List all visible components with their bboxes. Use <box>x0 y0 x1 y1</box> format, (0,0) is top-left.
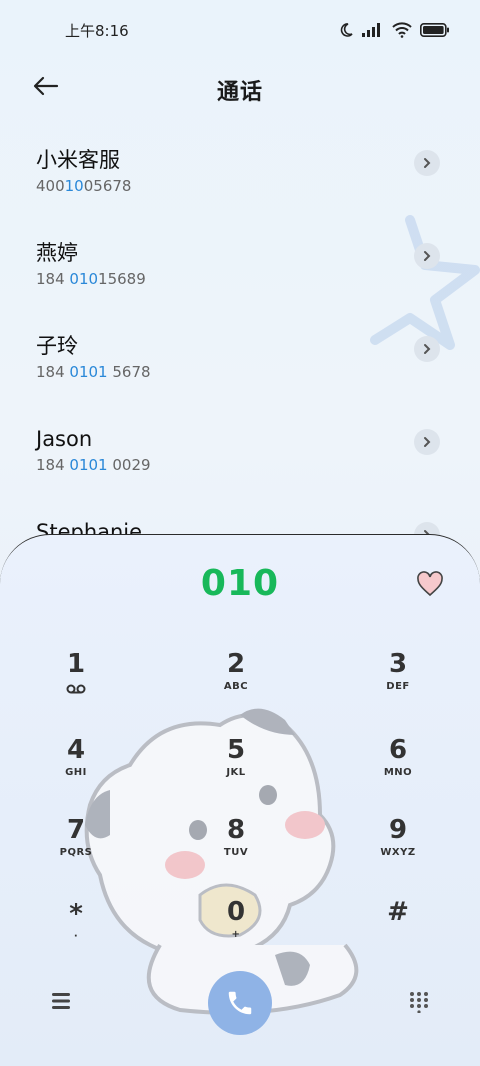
dial-key-4[interactable]: 4 GHI <box>26 735 126 805</box>
dial-key-1[interactable]: 1 <box>26 649 126 719</box>
dial-key-0[interactable]: 0 + <box>186 897 286 967</box>
contact-detail-button[interactable] <box>414 429 440 455</box>
contact-number: 184 0101 5678 <box>36 363 151 381</box>
dial-key-star[interactable]: * · <box>26 899 126 969</box>
contact-item[interactable]: Jason 184 0101 0029 <box>0 394 480 487</box>
dialpad-panel: 010 1 2 ABC 3 DEF 4 GHI 5 JKL 6 MNO 7 PQ… <box>0 534 480 1066</box>
moon-icon <box>340 23 353 37</box>
contact-number: 184 01015689 <box>36 270 146 288</box>
battery-icon <box>420 23 449 37</box>
chevron-right-icon <box>424 251 431 261</box>
status-bar: 上午8:16 <box>0 0 480 60</box>
dial-key-3[interactable]: 3 DEF <box>348 649 448 719</box>
dial-key-7[interactable]: 7 PQRS <box>26 815 126 885</box>
dialed-number: 010 <box>200 563 280 604</box>
chevron-right-icon <box>424 344 431 354</box>
header: 通话 <box>0 60 480 120</box>
heart-icon[interactable] <box>416 571 444 597</box>
back-button[interactable] <box>30 70 62 102</box>
menu-icon[interactable] <box>50 991 72 1011</box>
phone-icon <box>228 991 252 1015</box>
contact-number: 4001005678 <box>36 177 132 195</box>
contact-item[interactable]: 子玲 184 0101 5678 <box>0 301 480 394</box>
back-arrow-icon <box>33 76 59 96</box>
status-icons <box>338 22 450 38</box>
contact-item[interactable]: 燕婷 184 01015689 <box>0 208 480 301</box>
contact-detail-button[interactable] <box>414 336 440 362</box>
chevron-right-icon <box>424 437 431 447</box>
contact-detail-button[interactable] <box>414 243 440 269</box>
contact-detail-button[interactable] <box>414 150 440 176</box>
dial-key-5[interactable]: 5 JKL <box>186 735 286 805</box>
dial-key-2[interactable]: 2 ABC <box>186 649 286 719</box>
wifi-icon <box>392 22 412 38</box>
call-button[interactable] <box>208 971 272 1035</box>
chevron-right-icon <box>424 158 431 168</box>
dial-key-hash[interactable]: # <box>348 897 448 967</box>
contact-list: 小米客服 4001005678 燕婷 184 01015689 子玲 184 0… <box>0 115 480 580</box>
status-time: 上午8:16 <box>65 21 129 40</box>
page-title: 通话 <box>216 80 263 105</box>
contact-number: 184 0101 0029 <box>36 456 151 474</box>
voicemail-icon <box>66 684 86 694</box>
contact-item[interactable]: 小米客服 4001005678 <box>0 115 480 208</box>
dial-key-6[interactable]: 6 MNO <box>348 735 448 805</box>
dial-key-8[interactable]: 8 TUV <box>186 815 286 885</box>
keypad-icon[interactable] <box>408 991 430 1013</box>
signal-icon <box>362 23 380 37</box>
dial-key-9[interactable]: 9 WXYZ <box>348 815 448 885</box>
